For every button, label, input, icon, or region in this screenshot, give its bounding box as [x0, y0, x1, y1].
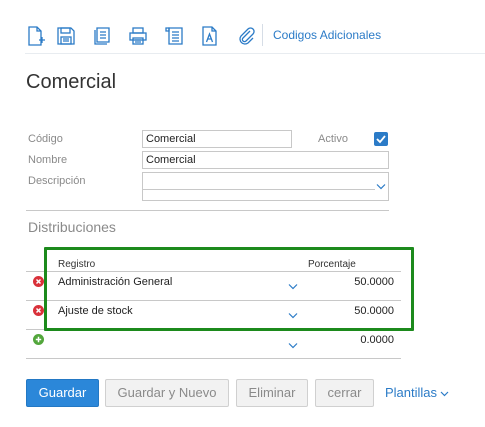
section-divider: [26, 210, 389, 211]
plantillas-dropdown[interactable]: Plantillas: [385, 385, 449, 400]
cerrar-button[interactable]: cerrar: [315, 379, 374, 407]
report-icon[interactable]: [163, 25, 185, 47]
add-row-icon[interactable]: [33, 334, 44, 345]
plantillas-label: Plantillas: [385, 385, 438, 400]
descripcion-label: Descripción: [28, 175, 86, 187]
row-divider: [26, 358, 401, 359]
distribuciones-title: Distribuciones: [28, 219, 116, 235]
nombre-label: Nombre: [28, 154, 68, 166]
highlight-box: [44, 247, 414, 331]
save-icon[interactable]: [55, 25, 77, 47]
toolbar-separator: [262, 24, 263, 46]
new-document-icon[interactable]: [25, 25, 47, 47]
chevron-down-icon[interactable]: [288, 342, 298, 349]
eliminar-button[interactable]: Eliminar: [236, 379, 308, 407]
guardar-y-nuevo-button[interactable]: Guardar y Nuevo: [105, 379, 229, 407]
new-row-porcentaje[interactable]: 0.0000: [334, 334, 394, 346]
nombre-field[interactable]: Comercial: [142, 151, 389, 169]
text-document-icon[interactable]: [199, 25, 221, 47]
guardar-button[interactable]: Guardar: [26, 379, 99, 407]
chevron-down-icon: [440, 391, 449, 396]
descripcion-field[interactable]: [142, 172, 389, 201]
codigos-adicionales-link[interactable]: Codigos Adicionales: [273, 28, 381, 42]
toolbar-divider: [25, 53, 485, 54]
activo-checkbox[interactable]: [374, 132, 388, 146]
codigo-label: Código: [28, 133, 63, 145]
attachment-icon[interactable]: [235, 25, 257, 47]
codigo-field[interactable]: Comercial: [142, 130, 292, 148]
descripcion-underline: [142, 189, 375, 190]
print-icon[interactable]: [127, 25, 149, 47]
delete-row-icon[interactable]: [33, 305, 44, 316]
page-title: Comercial: [26, 71, 117, 93]
chevron-down-icon[interactable]: [376, 183, 386, 190]
activo-label: Activo: [318, 133, 348, 145]
list-document-icon[interactable]: [91, 25, 113, 47]
delete-row-icon[interactable]: [33, 276, 44, 287]
